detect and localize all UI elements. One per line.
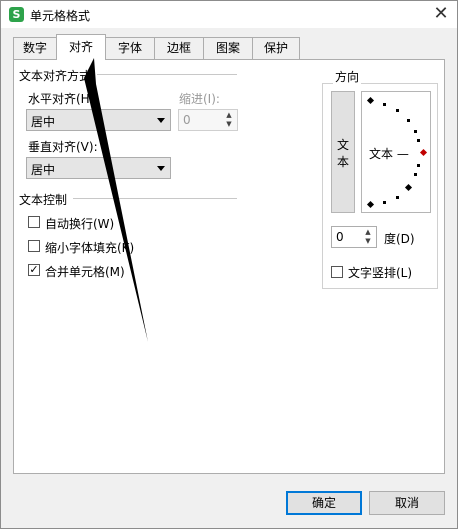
app-logo-icon: S xyxy=(9,7,24,22)
horizontal-align-value: 居中 xyxy=(31,115,56,129)
vertical-text-char-2: 本 xyxy=(337,155,350,169)
vertical-text-button[interactable]: 文 本 xyxy=(331,91,355,213)
text-control-group-label: 文本控制 xyxy=(19,193,68,207)
vertical-align-label: 垂直对齐(V): xyxy=(28,140,98,154)
orientation-dial-text: 文本 — xyxy=(369,147,409,161)
wrap-text-label: 自动换行(W) xyxy=(45,217,115,231)
degrees-label: 度(D) xyxy=(384,232,415,246)
tab-border[interactable]: 边框 xyxy=(154,37,204,59)
tab-font[interactable]: 字体 xyxy=(105,37,155,59)
orientation-dial[interactable]: 文本 — xyxy=(361,91,431,213)
close-icon[interactable]: ✕ xyxy=(425,1,457,28)
chevron-down-icon xyxy=(157,166,165,171)
merge-cells-checkbox[interactable]: ✓ xyxy=(28,264,40,276)
tab-protection[interactable]: 保护 xyxy=(252,37,300,59)
degrees-down-icon[interactable]: ▼ xyxy=(361,237,375,246)
shrink-to-fit-checkbox[interactable] xyxy=(28,240,40,252)
indent-stepper[interactable]: 0 ▲ ▼ xyxy=(178,109,238,131)
shrink-to-fit-label: 缩小字体填充(K) xyxy=(45,241,135,255)
indent-down-icon[interactable]: ▼ xyxy=(222,120,236,129)
wrap-text-checkbox[interactable] xyxy=(28,216,40,228)
merge-cells-label: 合并单元格(M) xyxy=(45,265,125,279)
alignment-group-divider xyxy=(97,74,237,75)
title-bar: S 单元格格式 ✕ xyxy=(1,1,457,28)
format-cells-dialog: S 单元格格式 ✕ 数字 对齐 字体 边框 图案 保护 文本对齐方式 水平对齐(… xyxy=(0,0,458,529)
indent-label: 缩进(I): xyxy=(179,92,220,106)
horizontal-align-label: 水平对齐(H): xyxy=(28,92,99,106)
stack-text-checkbox[interactable] xyxy=(331,266,343,278)
vertical-align-value: 居中 xyxy=(31,163,56,177)
alignment-group-label: 文本对齐方式 xyxy=(19,69,92,83)
indent-value: 0 xyxy=(183,113,191,127)
vertical-text-char-1: 文 xyxy=(337,138,350,152)
cancel-button[interactable]: 取消 xyxy=(369,491,445,515)
degrees-up-icon[interactable]: ▲ xyxy=(361,228,375,237)
horizontal-align-select[interactable]: 居中 xyxy=(26,109,171,131)
orientation-group-label: 方向 xyxy=(333,68,362,85)
tab-number[interactable]: 数字 xyxy=(13,37,57,59)
ok-button[interactable]: 确定 xyxy=(286,491,362,515)
tab-pattern[interactable]: 图案 xyxy=(203,37,253,59)
chevron-down-icon xyxy=(157,118,165,123)
degrees-value: 0 xyxy=(336,230,344,244)
text-control-divider xyxy=(73,198,237,199)
dialog-title: 单元格格式 xyxy=(30,9,91,23)
tab-alignment[interactable]: 对齐 xyxy=(56,34,106,60)
stack-text-label: 文字竖排(L) xyxy=(348,266,413,280)
vertical-align-select[interactable]: 居中 xyxy=(26,157,171,179)
indent-up-icon[interactable]: ▲ xyxy=(222,111,236,120)
degrees-stepper[interactable]: 0 ▲ ▼ xyxy=(331,226,377,248)
